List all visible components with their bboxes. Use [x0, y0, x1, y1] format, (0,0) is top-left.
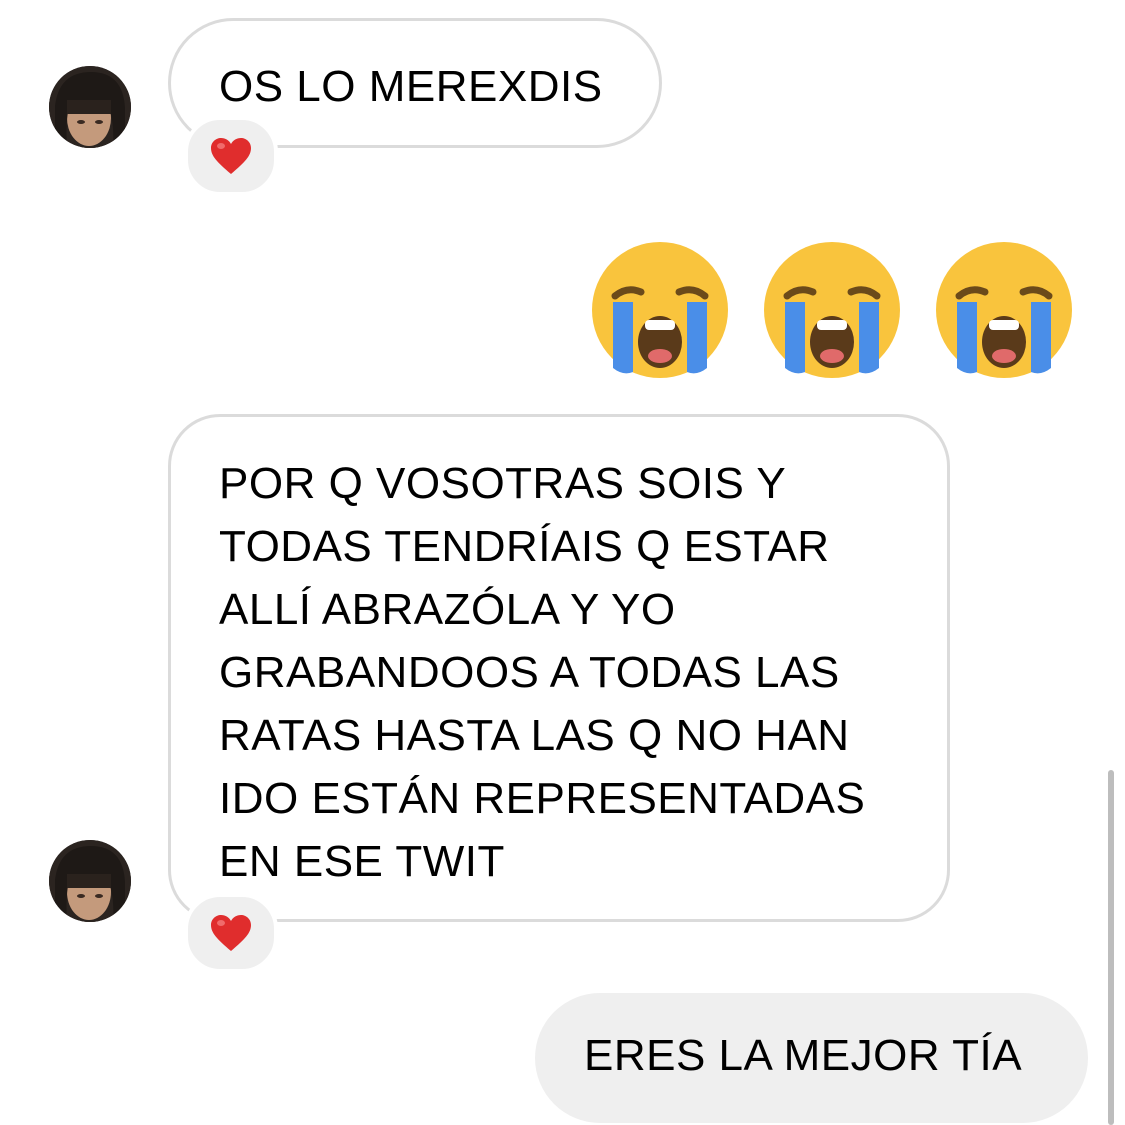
message-text: ERES LA MEJOR TÍA: [584, 1031, 1023, 1080]
red-heart-icon: [211, 138, 251, 174]
scrollbar[interactable]: [1108, 770, 1114, 1125]
avatar-photo: [49, 66, 131, 148]
message-text: OS LO MEREXDIS: [219, 62, 603, 111]
message-text-line: GRABANDOOS A TODAS LAS: [219, 648, 840, 697]
sender-avatar[interactable]: [49, 840, 131, 922]
loudly-crying-face-icon: [936, 242, 1072, 378]
message-bubble-incoming[interactable]: POR Q VOSOTRAS SOIS Y TODAS TENDRÍAIS Q …: [168, 414, 950, 922]
message-text-line: POR Q VOSOTRAS SOIS Y: [219, 459, 787, 508]
red-heart-icon: [211, 915, 251, 951]
message-text-line: TODAS TENDRÍAIS Q ESTAR: [219, 522, 830, 571]
loudly-crying-face-icon: [592, 242, 728, 378]
loudly-crying-face-icon: [764, 242, 900, 378]
message-text-line: EN ESE TWIT: [219, 837, 505, 886]
reaction-badge[interactable]: [184, 116, 278, 196]
message-text-line: RATAS HASTA LAS Q NO HAN: [219, 711, 850, 760]
sender-avatar[interactable]: [49, 66, 131, 148]
avatar-photo: [49, 840, 131, 922]
emoji-message-outgoing[interactable]: [587, 240, 1077, 380]
message-text-line: IDO ESTÁN REPRESENTADAS: [219, 774, 866, 823]
message-bubble-outgoing[interactable]: ERES LA MEJOR TÍA: [535, 993, 1088, 1123]
message-text-line: ALLÍ ABRAZÓLA Y YO: [219, 585, 676, 634]
reaction-badge[interactable]: [184, 893, 278, 973]
